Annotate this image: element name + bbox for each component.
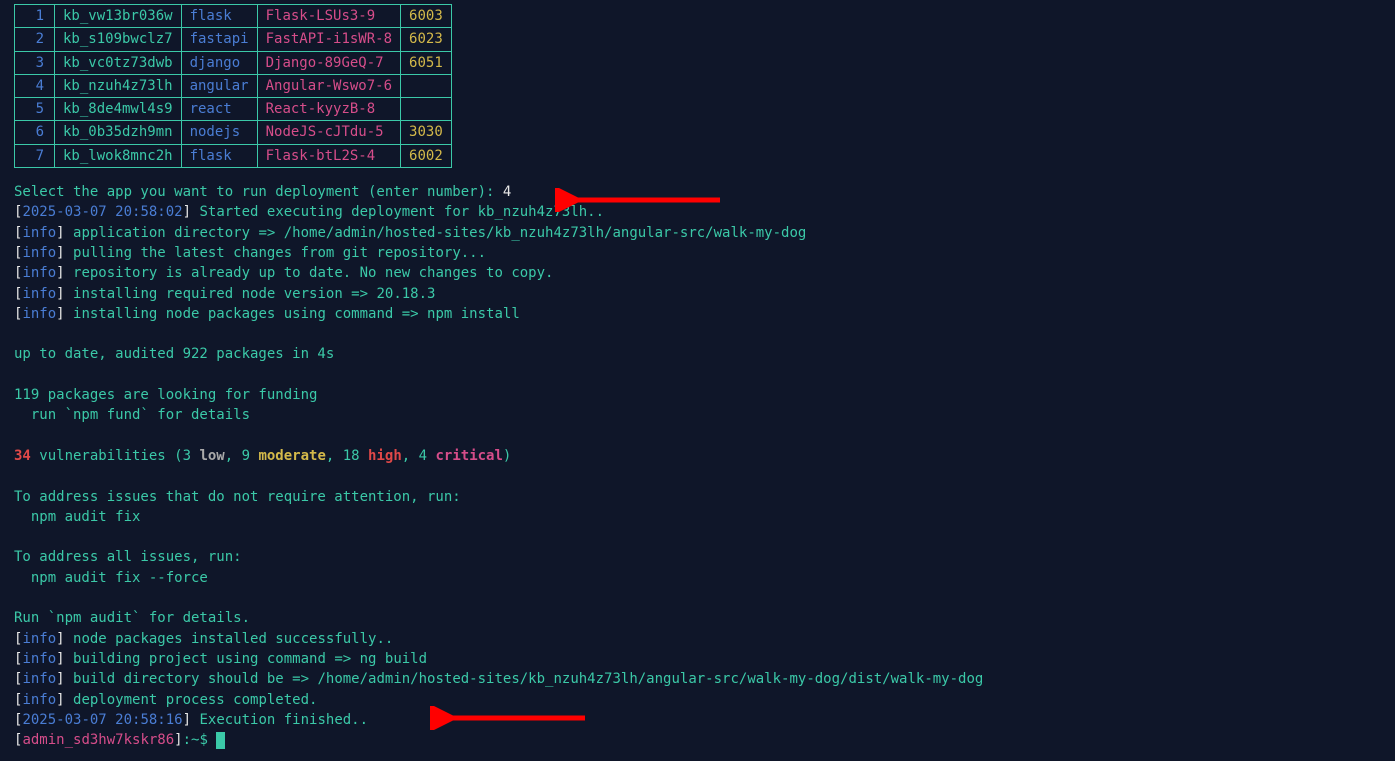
row-number: 4 <box>15 74 55 97</box>
table-row: 1kb_vw13br036wflaskFlask-LSUs3-96003 <box>15 5 452 28</box>
npm-uptodate: up to date, audited 922 packages in 4s <box>14 344 1381 364</box>
address-all-line: To address all issues, run: <box>14 547 1381 567</box>
row-number: 3 <box>15 51 55 74</box>
row-number: 5 <box>15 98 55 121</box>
audit-fix-line: npm audit fix <box>14 507 1381 527</box>
table-row: 4kb_nzuh4z73lhangularAngular-Wswo7-6 <box>15 74 452 97</box>
selection-input-value: 4 <box>503 184 511 200</box>
terminal-output[interactable]: 1kb_vw13br036wflaskFlask-LSUs3-960032kb_… <box>0 0 1395 754</box>
cursor-icon <box>216 732 225 749</box>
row-number: 7 <box>15 144 55 167</box>
port <box>401 74 452 97</box>
blank-line <box>14 324 1381 344</box>
app-id: kb_vw13br036w <box>55 5 182 28</box>
app-id: kb_nzuh4z73lh <box>55 74 182 97</box>
framework: nodejs <box>181 121 257 144</box>
info-line: [info] node packages installed successfu… <box>14 629 1381 649</box>
info-line: [info] repository is already up to date.… <box>14 263 1381 283</box>
table-row: 7kb_lwok8mnc2hflaskFlask-btL2S-46002 <box>15 144 452 167</box>
port: 6023 <box>401 28 452 51</box>
app-name: React-kyyzB-8 <box>257 98 400 121</box>
port <box>401 98 452 121</box>
row-number: 2 <box>15 28 55 51</box>
vulnerabilities-line: 34 vulnerabilities (3 low, 9 moderate, 1… <box>14 446 1381 466</box>
port: 3030 <box>401 121 452 144</box>
row-number: 6 <box>15 121 55 144</box>
framework: flask <box>181 144 257 167</box>
framework: django <box>181 51 257 74</box>
select-prompt-line: Select the app you want to run deploymen… <box>14 182 1381 202</box>
app-name: FastAPI-i1sWR-8 <box>257 28 400 51</box>
info-line: [info] application directory => /home/ad… <box>14 223 1381 243</box>
info-line: [info] pulling the latest changes from g… <box>14 243 1381 263</box>
port: 6003 <box>401 5 452 28</box>
audit-fix-force-line: npm audit fix --force <box>14 568 1381 588</box>
finish-timestamp-line: [2025-03-07 20:58:16] Execution finished… <box>14 710 1381 730</box>
info-line: [info] build directory should be => /hom… <box>14 669 1381 689</box>
npm-funding-line2: run `npm fund` for details <box>14 405 1381 425</box>
table-row: 5kb_8de4mwl4s9reactReact-kyyzB-8 <box>15 98 452 121</box>
app-id: kb_8de4mwl4s9 <box>55 98 182 121</box>
app-name: Django-89GeQ-7 <box>257 51 400 74</box>
info-line: [info] installing required node version … <box>14 284 1381 304</box>
app-id: kb_s109bwclz7 <box>55 28 182 51</box>
framework: angular <box>181 74 257 97</box>
row-number: 1 <box>15 5 55 28</box>
start-timestamp-line: [2025-03-07 20:58:02] Started executing … <box>14 202 1381 222</box>
table-row: 2kb_s109bwclz7fastapiFastAPI-i1sWR-86023 <box>15 28 452 51</box>
info-line: [info] building project using command =>… <box>14 649 1381 669</box>
run-audit-line: Run `npm audit` for details. <box>14 608 1381 628</box>
app-id: kb_vc0tz73dwb <box>55 51 182 74</box>
port: 6002 <box>401 144 452 167</box>
framework: fastapi <box>181 28 257 51</box>
port: 6051 <box>401 51 452 74</box>
address-line: To address issues that do not require at… <box>14 487 1381 507</box>
app-name: Angular-Wswo7-6 <box>257 74 400 97</box>
framework: flask <box>181 5 257 28</box>
table-row: 3kb_vc0tz73dwbdjangoDjango-89GeQ-76051 <box>15 51 452 74</box>
app-id: kb_0b35dzh9mn <box>55 121 182 144</box>
app-name: NodeJS-cJTdu-5 <box>257 121 400 144</box>
app-name: Flask-btL2S-4 <box>257 144 400 167</box>
info-line: [info] installing node packages using co… <box>14 304 1381 324</box>
app-name: Flask-LSUs3-9 <box>257 5 400 28</box>
info-line: [info] deployment process completed. <box>14 690 1381 710</box>
shell-prompt[interactable]: [admin_sd3hw7kskr86]:~$ <box>14 730 1381 750</box>
framework: react <box>181 98 257 121</box>
apps-table: 1kb_vw13br036wflaskFlask-LSUs3-960032kb_… <box>14 4 452 168</box>
app-id: kb_lwok8mnc2h <box>55 144 182 167</box>
npm-funding-line1: 119 packages are looking for funding <box>14 385 1381 405</box>
table-row: 6kb_0b35dzh9mnnodejsNodeJS-cJTdu-53030 <box>15 121 452 144</box>
